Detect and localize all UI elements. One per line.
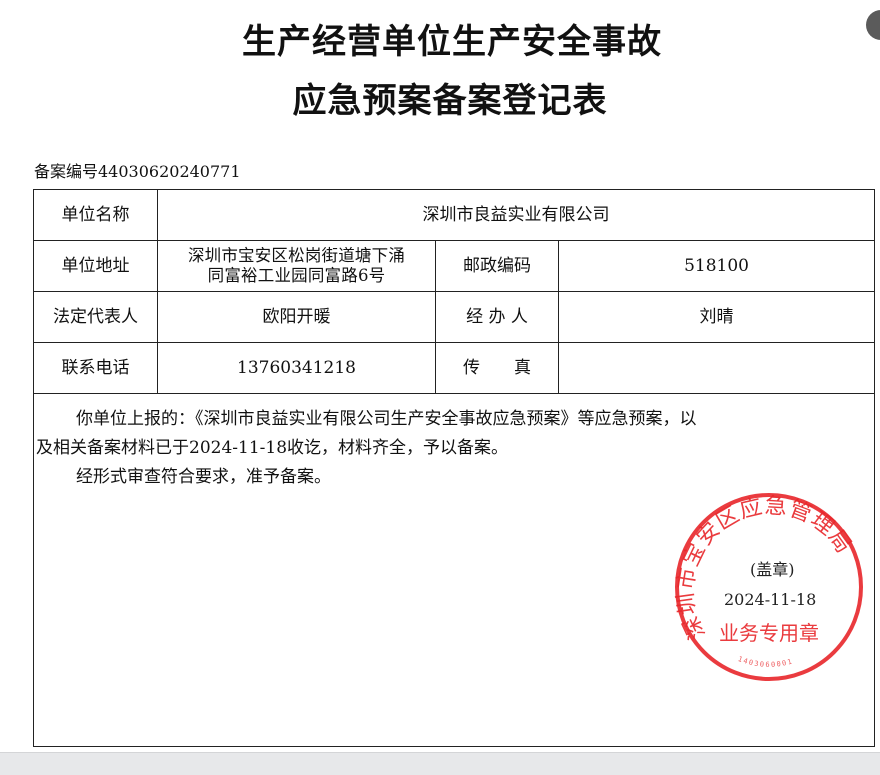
document-title-line2: 应急预案备案登记表: [292, 81, 608, 121]
document-title-line1: 生产经营单位生产安全事故: [242, 22, 662, 62]
legal-rep-value: 欧阳开暖: [157, 291, 436, 343]
viewer-bottom-bar: [0, 752, 880, 775]
row-unit-address: 单位地址 深圳市宝安区松岗街道塘下涌 同富裕工业园同富路6号 邮政编码 5181…: [33, 240, 876, 292]
approval-paragraph-2: 经形式审查符合要求，准予备案。: [34, 463, 874, 492]
seal-bottom-text: 业务专用章: [719, 621, 819, 645]
approval-paragraph-1: 你单位上报的：《深圳市良益实业有限公司生产安全事故应急预案》等应急预案，以及相关…: [34, 405, 874, 463]
approval-paragraph-1-line2: 及相关备案材料已于2024-11-18收讫，材料齐全，予以备案。: [36, 438, 509, 458]
seal-serial: 1403060001: [737, 655, 794, 669]
phone-value: 13760341218: [157, 342, 436, 394]
unit-address-value: 深圳市宝安区松岗街道塘下涌 同富裕工业园同富路6号: [157, 240, 436, 292]
fax-label: 传 真: [435, 342, 559, 394]
approval-paragraph-1-line1: 你单位上报的：《深圳市良益实业有限公司生产安全事故应急预案》等应急预案，以: [76, 409, 697, 429]
unit-address-label: 单位地址: [33, 240, 158, 292]
unit-address-line1: 深圳市宝安区松岗街道塘下涌: [187, 246, 406, 265]
official-seal-stamp: 深圳市宝安区应急管理局 业务专用章 1403060001: [673, 493, 863, 681]
phone-label: 联系电话: [33, 342, 158, 394]
unit-address-line2: 同富裕工业园同富路6号: [207, 266, 386, 285]
legal-rep-label: 法定代表人: [33, 291, 158, 343]
row-unit-name: 单位名称 深圳市良益实业有限公司: [33, 189, 876, 241]
postal-code-label: 邮政编码: [435, 240, 559, 292]
fax-value: [557, 342, 876, 394]
approval-paragraph-2-text: 经形式审查符合要求，准予备案。: [76, 467, 331, 487]
handler-label: 经 办 人: [435, 291, 559, 343]
unit-name-value: 深圳市良益实业有限公司: [156, 189, 876, 241]
unit-name-label: 单位名称: [33, 189, 158, 241]
handler-value: 刘晴: [557, 291, 876, 343]
record-number: 备案编号44030620240771: [34, 162, 241, 181]
row-phone: 联系电话 13760341218 传 真: [33, 342, 876, 394]
row-legal-rep: 法定代表人 欧阳开暖 经 办 人 刘晴: [33, 291, 876, 343]
postal-code-value: 518100: [557, 240, 876, 292]
